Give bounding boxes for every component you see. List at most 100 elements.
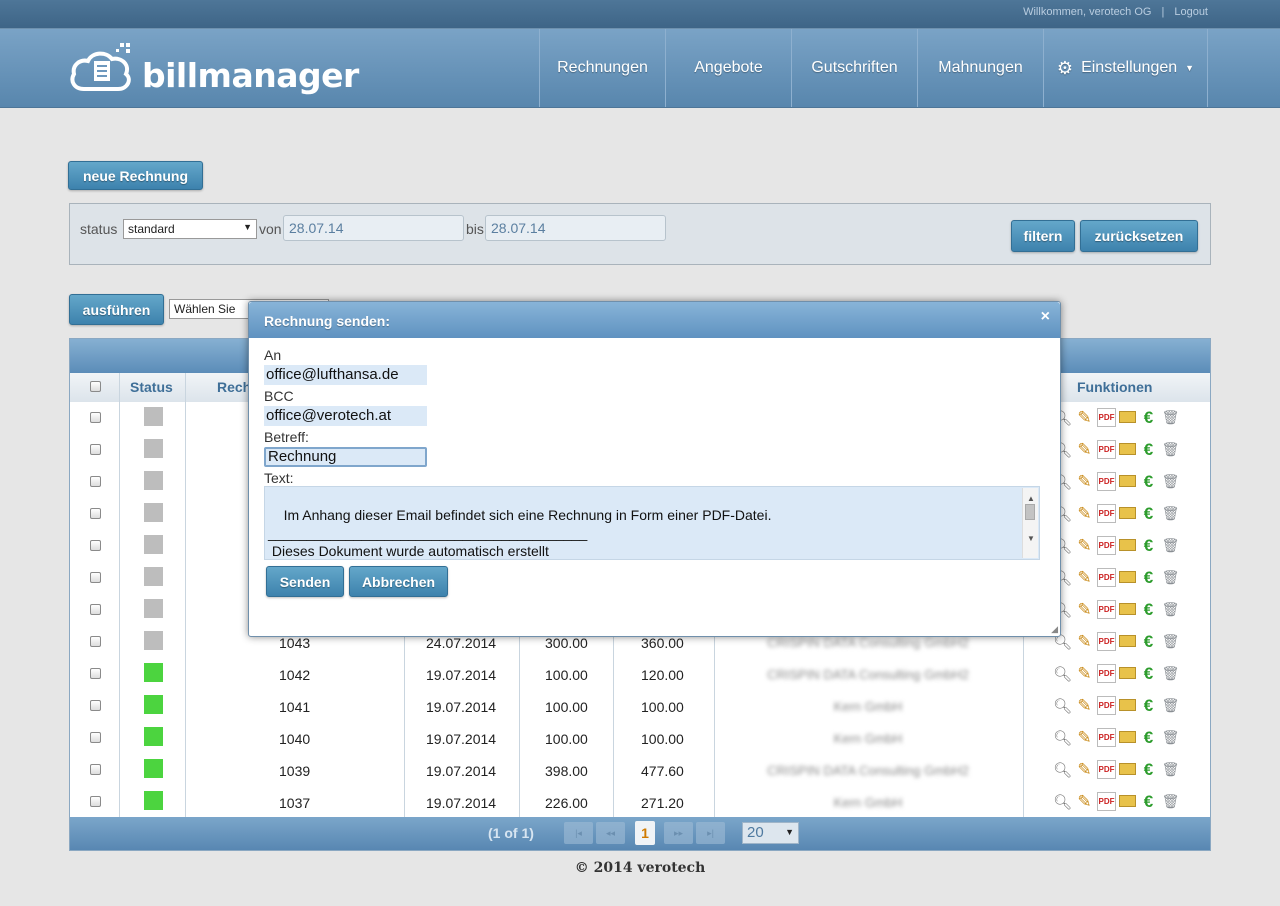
select-all-checkbox[interactable] (90, 381, 101, 392)
pdf-icon[interactable]: PDF (1097, 568, 1116, 587)
pdf-icon[interactable]: PDF (1097, 632, 1116, 651)
euro-icon[interactable]: € (1139, 600, 1158, 619)
search-icon[interactable]: 🔍︎ (1053, 696, 1072, 715)
pdf-icon[interactable]: PDF (1097, 600, 1116, 619)
search-icon[interactable]: 🔍︎ (1053, 760, 1072, 779)
mail-icon[interactable] (1119, 475, 1136, 487)
trash-icon[interactable]: 🗑︎ (1161, 472, 1180, 491)
euro-icon[interactable]: € (1139, 440, 1158, 459)
pencil-icon[interactable]: ✎ (1075, 568, 1094, 587)
mail-icon[interactable] (1119, 699, 1136, 711)
pencil-icon[interactable]: ✎ (1075, 504, 1094, 523)
row-checkbox[interactable] (90, 412, 101, 423)
nav-gutschriften[interactable]: Gutschriften (791, 29, 917, 107)
euro-icon[interactable]: € (1139, 472, 1158, 491)
pencil-icon[interactable]: ✎ (1075, 632, 1094, 651)
pdf-icon[interactable]: PDF (1097, 728, 1116, 747)
to-field[interactable]: office@lufthansa.de (264, 365, 427, 385)
search-icon[interactable]: 🔍︎ (1053, 664, 1072, 683)
trash-icon[interactable]: 🗑︎ (1161, 408, 1180, 427)
pencil-icon[interactable]: ✎ (1075, 696, 1094, 715)
pdf-icon[interactable]: PDF (1097, 760, 1116, 779)
table-row[interactable]: 1039 19.07.2014 398.00 477.60 CRISPIN DATA C… (70, 754, 1210, 787)
pencil-icon[interactable]: ✎ (1075, 472, 1094, 491)
pencil-icon[interactable]: ✎ (1075, 792, 1094, 811)
row-checkbox[interactable] (90, 764, 101, 775)
euro-icon[interactable]: € (1139, 408, 1158, 427)
pdf-icon[interactable]: PDF (1097, 664, 1116, 683)
row-checkbox[interactable] (90, 732, 101, 743)
trash-icon[interactable]: 🗑︎ (1161, 696, 1180, 715)
mail-icon[interactable] (1119, 667, 1136, 679)
last-page-button[interactable]: ▸| (696, 822, 725, 844)
euro-icon[interactable]: € (1139, 664, 1158, 683)
search-icon[interactable]: 🔍︎ (1053, 728, 1072, 747)
pencil-icon[interactable]: ✎ (1075, 408, 1094, 427)
table-row[interactable]: 1040 19.07.2014 100.00 100.00 Kern GmbH 🔍︎ ✎ PD… (70, 722, 1210, 755)
mail-icon[interactable] (1119, 443, 1136, 455)
euro-icon[interactable]: € (1139, 632, 1158, 651)
cancel-button[interactable]: Abbrechen (349, 566, 448, 597)
pencil-icon[interactable]: ✎ (1075, 536, 1094, 555)
pencil-icon[interactable]: ✎ (1075, 600, 1094, 619)
row-checkbox[interactable] (90, 636, 101, 647)
subject-field[interactable]: Rechnung (264, 447, 427, 467)
pencil-icon[interactable]: ✎ (1075, 760, 1094, 779)
current-page[interactable]: 1 (635, 821, 655, 845)
trash-icon[interactable]: 🗑︎ (1161, 440, 1180, 459)
euro-icon[interactable]: € (1139, 536, 1158, 555)
close-icon[interactable]: × (1041, 308, 1050, 326)
nav-angebote[interactable]: Angebote (665, 29, 791, 107)
pdf-icon[interactable]: PDF (1097, 696, 1116, 715)
send-button[interactable]: Senden (266, 566, 344, 597)
trash-icon[interactable]: 🗑︎ (1161, 664, 1180, 683)
nav-mahnungen[interactable]: Mahnungen (917, 29, 1043, 107)
euro-icon[interactable]: € (1139, 504, 1158, 523)
textarea-scrollbar[interactable]: ▲ ▼ (1022, 488, 1038, 558)
pdf-icon[interactable]: PDF (1097, 536, 1116, 555)
trash-icon[interactable]: 🗑︎ (1161, 632, 1180, 651)
mail-icon[interactable] (1119, 635, 1136, 647)
row-checkbox[interactable] (90, 668, 101, 679)
page-size-select[interactable]: 20 ▼ (742, 822, 799, 844)
row-checkbox[interactable] (90, 444, 101, 455)
row-checkbox[interactable] (90, 796, 101, 807)
pencil-icon[interactable]: ✎ (1075, 728, 1094, 747)
mail-icon[interactable] (1119, 411, 1136, 423)
pdf-icon[interactable]: PDF (1097, 472, 1116, 491)
mail-icon[interactable] (1119, 795, 1136, 807)
scroll-thumb[interactable] (1025, 504, 1035, 520)
col-number[interactable]: Rech (217, 379, 251, 395)
row-checkbox[interactable] (90, 604, 101, 615)
filter-button[interactable]: filtern (1011, 220, 1075, 252)
trash-icon[interactable]: 🗑︎ (1161, 728, 1180, 747)
col-status[interactable]: Status (130, 379, 173, 395)
pencil-icon[interactable]: ✎ (1075, 664, 1094, 683)
scroll-down-icon[interactable]: ▼ (1027, 530, 1035, 548)
nav-rechnungen[interactable]: Rechnungen (539, 29, 665, 107)
trash-icon[interactable]: 🗑︎ (1161, 504, 1180, 523)
mail-icon[interactable] (1119, 507, 1136, 519)
logout-link[interactable]: Logout (1174, 6, 1208, 18)
status-select[interactable]: standard ▼ (123, 219, 257, 239)
prev-page-button[interactable]: ◂◂ (596, 822, 625, 844)
execute-button[interactable]: ausführen (69, 294, 164, 325)
euro-icon[interactable]: € (1139, 696, 1158, 715)
from-date-input[interactable]: 28.07.14 (283, 215, 464, 241)
nav-einstellungen[interactable]: ⚙ Einstellungen ▼ (1043, 29, 1208, 107)
pdf-icon[interactable]: PDF (1097, 792, 1116, 811)
table-row[interactable]: 1042 19.07.2014 100.00 120.00 CRISPIN DATA C… (70, 658, 1210, 691)
pdf-icon[interactable]: PDF (1097, 504, 1116, 523)
mail-icon[interactable] (1119, 603, 1136, 615)
euro-icon[interactable]: € (1139, 568, 1158, 587)
row-checkbox[interactable] (90, 508, 101, 519)
mail-icon[interactable] (1119, 539, 1136, 551)
first-page-button[interactable]: |◂ (564, 822, 593, 844)
row-checkbox[interactable] (90, 700, 101, 711)
trash-icon[interactable]: 🗑︎ (1161, 600, 1180, 619)
next-page-button[interactable]: ▸▸ (664, 822, 693, 844)
euro-icon[interactable]: € (1139, 728, 1158, 747)
pencil-icon[interactable]: ✎ (1075, 440, 1094, 459)
search-icon[interactable]: 🔍︎ (1053, 792, 1072, 811)
mail-icon[interactable] (1119, 571, 1136, 583)
